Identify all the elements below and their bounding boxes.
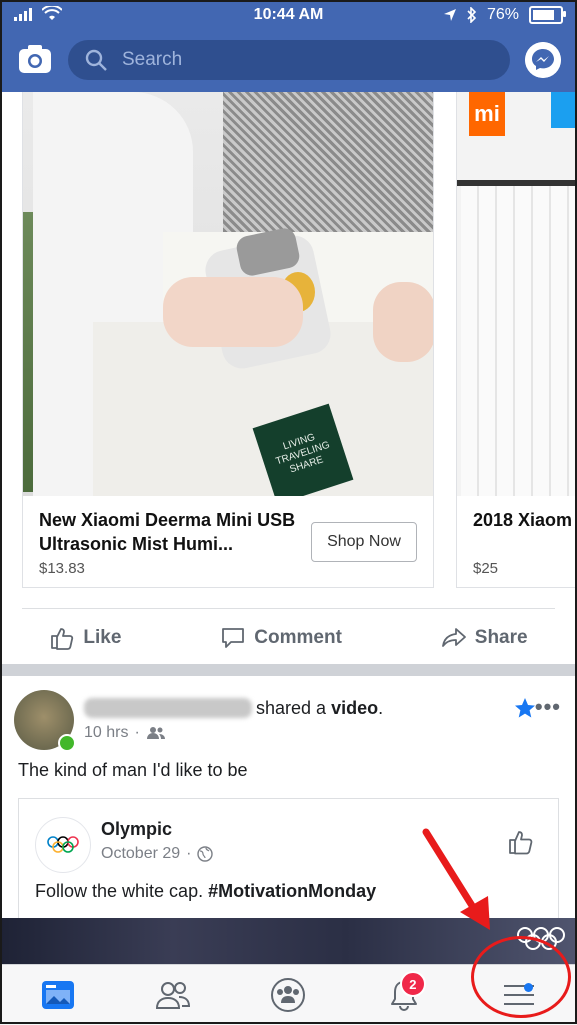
- bluetooth-icon: [467, 7, 477, 23]
- action-bar: Like Comment Share: [0, 612, 577, 664]
- share-icon: [441, 628, 466, 647]
- ad-title[interactable]: 2018 Xiaom curtain mo: [473, 508, 577, 532]
- red-circle-annotation: [471, 936, 571, 1018]
- ad-card[interactable]: mi 2018 Xiaom curtain mo $25: [456, 92, 577, 588]
- product-image[interactable]: LIVING TRAVELING SHARE: [23, 92, 433, 496]
- ad-price: $13.83: [39, 560, 85, 577]
- top-header: 10:44 AM 76% Search: [0, 0, 577, 92]
- search-bar[interactable]: Search: [68, 40, 510, 80]
- divider: [22, 608, 555, 609]
- online-indicator: [58, 734, 76, 752]
- battery-icon: [529, 6, 566, 24]
- product-image[interactable]: mi: [457, 92, 577, 496]
- blurred-author-name[interactable]: [84, 698, 252, 718]
- news-feed-icon: [41, 981, 74, 1009]
- post-header-text: shared a video.: [256, 698, 384, 718]
- share-button[interactable]: Share: [441, 625, 528, 651]
- notification-badge: 2: [399, 971, 426, 997]
- groups-icon: [271, 978, 306, 1012]
- thumbs-up-icon: [51, 628, 74, 650]
- shared-date[interactable]: October 29: [101, 845, 180, 863]
- camera-icon[interactable]: [18, 44, 52, 74]
- search-placeholder: Search: [122, 49, 183, 70]
- more-options-icon[interactable]: •••: [535, 694, 561, 720]
- globe-icon: [197, 846, 214, 862]
- status-bar: 10:44 AM 76%: [0, 0, 577, 32]
- post-time[interactable]: 10 hrs: [84, 724, 128, 742]
- star-icon[interactable]: [513, 696, 537, 720]
- ad-title[interactable]: New Xiaomi Deerma Mini USB Ultrasonic Mi…: [39, 508, 309, 556]
- shared-text: Follow the white cap. #MotivationMonday: [35, 881, 377, 901]
- tab-notifications[interactable]: 2: [376, 967, 432, 1023]
- shared-meta: October 29 ·: [101, 845, 214, 863]
- thumbs-up-icon[interactable]: [506, 827, 536, 857]
- post-meta: 10 hrs ·: [84, 724, 166, 742]
- friends-icon: [156, 982, 191, 1009]
- messenger-icon[interactable]: [525, 42, 561, 78]
- mi-logo: mi: [469, 92, 505, 136]
- tab-friends[interactable]: [145, 967, 201, 1023]
- friends-audience-icon: [146, 727, 165, 739]
- hashtag-link[interactable]: #MotivationMonday: [208, 881, 376, 901]
- tab-groups[interactable]: [260, 967, 316, 1023]
- search-icon: [85, 49, 107, 71]
- battery-percent: 76%: [486, 6, 519, 23]
- like-button[interactable]: Like: [49, 625, 121, 651]
- ad-card[interactable]: LIVING TRAVELING SHARE New Xiaomi Deerma…: [22, 92, 434, 588]
- ad-price: $25: [473, 560, 499, 577]
- location-icon: [443, 9, 456, 21]
- ad-carousel[interactable]: LIVING TRAVELING SHARE New Xiaomi Deerma…: [0, 92, 577, 604]
- section-separator: [0, 664, 577, 676]
- olympic-rings-icon[interactable]: [35, 817, 91, 873]
- shared-object-link[interactable]: video: [331, 698, 378, 718]
- comment-icon: [222, 628, 245, 648]
- tab-news-feed[interactable]: [30, 967, 86, 1023]
- page-name[interactable]: Olympic: [101, 819, 172, 840]
- red-arrow-annotation: [422, 828, 490, 930]
- post-caption: The kind of man I'd like to be: [18, 760, 248, 780]
- shop-now-button[interactable]: Shop Now: [311, 522, 417, 562]
- comment-button[interactable]: Comment: [220, 625, 342, 651]
